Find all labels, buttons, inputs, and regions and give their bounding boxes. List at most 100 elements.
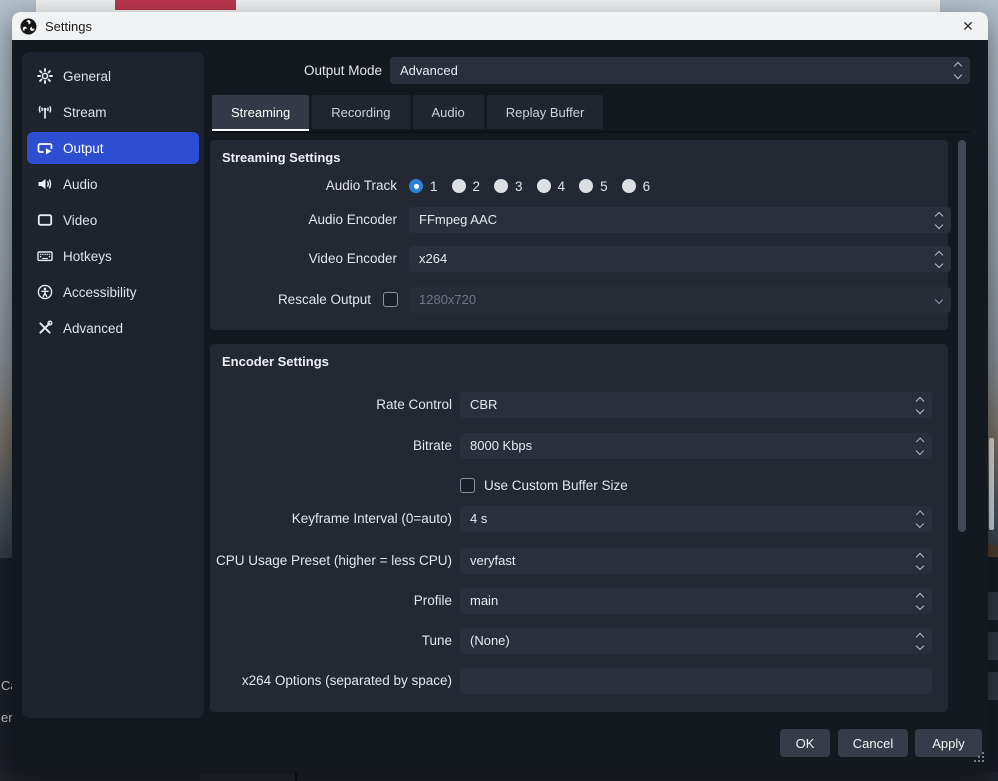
streaming-settings-title: Streaming Settings [222, 150, 340, 165]
background-right-row [988, 592, 998, 620]
rate-control-select[interactable]: CBR [460, 392, 932, 418]
accessibility-icon [36, 284, 53, 301]
tab-recording[interactable]: Recording [312, 95, 409, 129]
settings-dialog: Settings ✕ General [12, 12, 988, 772]
output-mode-label: Output Mode [222, 57, 382, 84]
video-encoder-label: Video Encoder [210, 246, 397, 272]
spinner-arrows-icon[interactable] [908, 506, 932, 532]
video-encoder-select[interactable]: x264 [409, 246, 951, 272]
audio-track-option-2[interactable]: 2 [452, 179, 481, 194]
rescale-resolution-select[interactable]: 1280x720 [409, 287, 951, 313]
sidebar: General Stream [22, 52, 204, 718]
background-red-tab [115, 0, 236, 10]
dialog-body: General Stream [12, 40, 988, 772]
sidebar-item-label: General [63, 69, 111, 84]
sidebar-item-audio[interactable]: Audio [27, 168, 199, 200]
audio-track-option-4[interactable]: 4 [537, 179, 566, 194]
streaming-settings-panel: Streaming Settings Audio Track 1 2 3 4 5… [210, 140, 948, 330]
antenna-icon [36, 104, 53, 121]
bitrate-spinbox[interactable]: 8000 Kbps [460, 433, 932, 459]
close-icon[interactable]: ✕ [952, 12, 984, 40]
rate-control-value: CBR [470, 397, 497, 412]
sidebar-item-label: Output [63, 141, 104, 156]
profile-label: Profile [210, 588, 452, 614]
x264-options-input[interactable] [460, 668, 932, 694]
ok-button[interactable]: OK [780, 729, 830, 757]
keyframe-interval-spinbox[interactable]: 4 s [460, 506, 932, 532]
audio-encoder-value: FFmpeg AAC [419, 212, 497, 227]
tab-streaming[interactable]: Streaming [212, 95, 309, 129]
profile-value: main [470, 593, 498, 608]
profile-select[interactable]: main [460, 588, 932, 614]
background-right-panel [987, 545, 998, 781]
ok-button-label: OK [796, 736, 815, 751]
audio-track-label: Audio Track [210, 173, 397, 199]
cancel-button[interactable]: Cancel [838, 729, 908, 757]
output-tabs: Streaming Recording Audio Replay Buffer [212, 95, 606, 129]
radio-icon[interactable] [537, 179, 551, 193]
speaker-icon [36, 176, 53, 193]
tune-label: Tune [210, 628, 452, 654]
resize-grip-icon[interactable] [974, 752, 984, 762]
chevron-down-icon [927, 287, 951, 313]
titlebar[interactable]: Settings ✕ [12, 12, 988, 40]
chevron-updown-icon [946, 57, 970, 84]
custom-buffer-checkbox[interactable] [460, 478, 475, 493]
x264-options-label: x264 Options (separated by space) [210, 668, 452, 694]
output-mode-value: Advanced [400, 63, 458, 78]
rescale-output-label: Rescale Output [210, 287, 371, 313]
radio-icon[interactable] [622, 179, 636, 193]
rescale-resolution-value: 1280x720 [419, 292, 476, 307]
scrollbar-thumb[interactable] [958, 140, 966, 532]
radio-icon[interactable] [452, 179, 466, 193]
window-title: Settings [45, 19, 92, 34]
tune-select[interactable]: (None) [460, 628, 932, 654]
background-bottom-divider [295, 772, 297, 781]
apply-button[interactable]: Apply [915, 729, 982, 757]
sidebar-item-label: Video [63, 213, 97, 228]
radio-checked-icon[interactable] [409, 179, 423, 193]
rescale-output-checkbox[interactable] [383, 292, 398, 307]
audio-encoder-label: Audio Encoder [210, 207, 397, 233]
encoder-settings-panel: Encoder Settings Rate Control CBR Bitrat… [210, 344, 948, 712]
sidebar-item-label: Advanced [63, 321, 123, 336]
audio-track-option-6[interactable]: 6 [622, 179, 651, 194]
audio-encoder-select[interactable]: FFmpeg AAC [409, 207, 951, 233]
custom-buffer-label: Use Custom Buffer Size [484, 477, 628, 494]
cpu-preset-select[interactable]: veryfast [460, 548, 932, 574]
background-bottom-bar [0, 772, 998, 781]
sidebar-item-hotkeys[interactable]: Hotkeys [27, 240, 199, 272]
sidebar-item-advanced[interactable]: Advanced [27, 312, 199, 344]
radio-label: 3 [515, 179, 523, 194]
obs-logo-icon [20, 18, 37, 35]
sidebar-item-label: Hotkeys [63, 249, 112, 264]
encoder-settings-title: Encoder Settings [222, 354, 329, 369]
audio-track-option-3[interactable]: 3 [494, 179, 523, 194]
sidebar-item-stream[interactable]: Stream [27, 96, 199, 128]
radio-label: 6 [643, 179, 651, 194]
sidebar-item-output[interactable]: Output [27, 132, 199, 164]
keyframe-interval-label: Keyframe Interval (0=auto) [210, 506, 452, 532]
sidebar-item-video[interactable]: Video [27, 204, 199, 236]
chevron-updown-icon [908, 548, 932, 574]
output-mode-select[interactable]: Advanced [390, 57, 970, 84]
rate-control-label: Rate Control [210, 392, 452, 418]
apply-button-label: Apply [932, 736, 965, 751]
audio-track-option-5[interactable]: 5 [579, 179, 608, 194]
keyframe-interval-value: 4 s [470, 511, 487, 526]
sidebar-item-accessibility[interactable]: Accessibility [27, 276, 199, 308]
background-partial-text: er [1, 710, 13, 725]
chevron-updown-icon [927, 246, 951, 272]
tab-replay-buffer[interactable]: Replay Buffer [487, 95, 604, 129]
sidebar-item-label: Stream [63, 105, 107, 120]
bitrate-value: 8000 Kbps [470, 438, 532, 453]
tune-value: (None) [470, 633, 510, 648]
radio-icon[interactable] [579, 179, 593, 193]
sidebar-item-general[interactable]: General [27, 60, 199, 92]
tab-label: Replay Buffer [506, 105, 585, 120]
tab-audio[interactable]: Audio [413, 95, 484, 129]
spinner-arrows-icon[interactable] [908, 433, 932, 459]
radio-icon[interactable] [494, 179, 508, 193]
audio-track-option-1[interactable]: 1 [409, 179, 438, 194]
tab-separator [212, 131, 970, 133]
